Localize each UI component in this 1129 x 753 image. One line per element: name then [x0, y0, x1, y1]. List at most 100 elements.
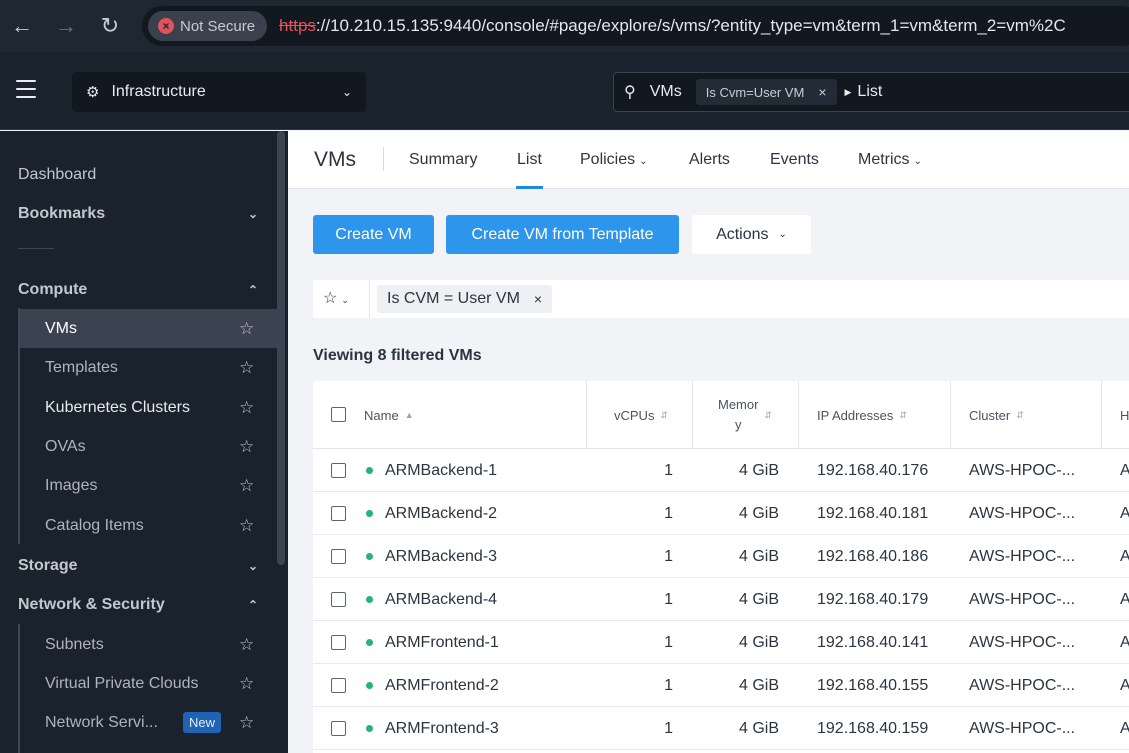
table-row[interactable]: ARMBackend-2 1 4 GiB 192.168.40.181 AWS-…: [313, 492, 1129, 535]
column-separator: [950, 381, 951, 449]
vm-name-link[interactable]: ARMFrontend-3: [385, 707, 499, 750]
sidebar-item-dashboard[interactable]: Dashboard: [18, 164, 258, 186]
close-icon[interactable]: ×: [818, 84, 826, 100]
sidebar-item-label: Images: [45, 476, 98, 494]
sidebar-item-network-services[interactable]: Network Servi... New ☆: [20, 703, 277, 742]
column-header-memory[interactable]: Memor y ⇵: [718, 381, 772, 449]
tab-label: Alerts: [689, 151, 730, 168]
column-header-host[interactable]: H: [1120, 381, 1129, 449]
table-row[interactable]: ARMBackend-3 1 4 GiB 192.168.40.186 AWS-…: [313, 535, 1129, 578]
select-all-checkbox[interactable]: [331, 407, 346, 422]
back-arrow-icon[interactable]: ←: [0, 0, 44, 52]
table-row[interactable]: ARMFrontend-1 1 4 GiB 192.168.40.141 AWS…: [313, 621, 1129, 664]
column-separator: [692, 381, 693, 449]
actions-dropdown-button[interactable]: Actions ⌄: [692, 215, 811, 254]
sidebar-section-network-security[interactable]: Network & Security ⌃: [18, 594, 258, 616]
vm-name-link[interactable]: ARMBackend-4: [385, 578, 497, 621]
url-protocol: https: [279, 16, 316, 35]
vm-name-link[interactable]: ARMBackend-1: [385, 449, 497, 492]
table-row[interactable]: ARMFrontend-2 1 4 GiB 192.168.40.155 AWS…: [313, 664, 1129, 707]
tab-alerts[interactable]: Alerts: [689, 151, 730, 169]
status-on-icon: [366, 596, 373, 603]
sidebar-item-subnets[interactable]: Subnets ☆: [20, 625, 277, 664]
sidebar-section-storage[interactable]: Storage ⌄: [18, 555, 258, 577]
tab-events[interactable]: Events: [770, 151, 819, 169]
forward-arrow-icon[interactable]: →: [44, 0, 88, 52]
sidebar-item-virtual-private-clouds[interactable]: Virtual Private Clouds ☆: [20, 664, 277, 703]
vm-name-link[interactable]: ARMBackend-2: [385, 492, 497, 535]
cluster-cell[interactable]: AWS-HPOC-...: [969, 621, 1075, 664]
sidebar-item-label: Catalog Items: [45, 516, 144, 534]
sidebar-item-kubernetes-clusters[interactable]: Kubernetes Clusters ☆: [20, 388, 277, 427]
vcpus-cell: 1: [664, 504, 673, 522]
cluster-cell[interactable]: AWS-HPOC-...: [969, 578, 1075, 621]
column-header-name[interactable]: Name ▲: [364, 381, 414, 449]
search-input[interactable]: ⚲ VMs Is Cvm=User VM × ▶ List: [613, 72, 1129, 112]
sidebar-section-label: Compute: [18, 281, 88, 298]
reload-icon[interactable]: ↻: [88, 0, 132, 52]
tab-metrics[interactable]: Metrics ⌄: [858, 151, 922, 169]
cluster-cell[interactable]: AWS-HPOC-...: [969, 707, 1075, 750]
column-header-vcpus[interactable]: vCPUs ⇵: [614, 381, 668, 449]
vm-name-link[interactable]: ARMFrontend-1: [385, 621, 499, 664]
sidebar-item-templates[interactable]: Templates ☆: [20, 348, 277, 387]
security-indicator[interactable]: × Not Secure: [148, 11, 268, 41]
chevron-down-icon: ⌄: [913, 156, 922, 167]
row-checkbox[interactable]: [331, 549, 346, 564]
star-icon[interactable]: ☆: [239, 635, 254, 655]
table-row[interactable]: ARMFrontend-3 1 4 GiB 192.168.40.159 AWS…: [313, 707, 1129, 750]
address-bar[interactable]: × Not Secure https://10.210.15.135:9440/…: [142, 6, 1129, 46]
star-icon[interactable]: ☆: [239, 437, 254, 457]
app-header: ⚙ Infrastructure ⌄ ⚲ VMs Is Cvm=User VM …: [0, 52, 1129, 130]
search-filter-chip[interactable]: Is Cvm=User VM ×: [695, 79, 837, 105]
app-selector-dropdown[interactable]: ⚙ Infrastructure ⌄: [72, 72, 366, 112]
status-on-icon: [366, 553, 373, 560]
filter-bar[interactable]: ☆ ⌄ Is CVM = User VM ×: [313, 280, 1129, 318]
row-checkbox[interactable]: [331, 635, 346, 650]
create-vm-button[interactable]: Create VM: [313, 215, 434, 254]
cluster-cell[interactable]: AWS-HPOC-...: [969, 664, 1075, 707]
cluster-cell[interactable]: AWS-HPOC-...: [969, 492, 1075, 535]
column-header-ip-addresses[interactable]: IP Addresses ⇵: [817, 381, 907, 449]
row-checkbox[interactable]: [331, 678, 346, 693]
row-checkbox[interactable]: [331, 506, 346, 521]
vm-name-link[interactable]: ARMFrontend-2: [385, 664, 499, 707]
star-icon[interactable]: ☆: [239, 476, 254, 496]
star-icon[interactable]: ☆: [239, 516, 254, 536]
create-vm-from-template-button[interactable]: Create VM from Template: [446, 215, 679, 254]
row-checkbox[interactable]: [331, 463, 346, 478]
star-icon[interactable]: ☆: [239, 358, 254, 378]
table-row[interactable]: ARMBackend-1 1 4 GiB 192.168.40.176 AWS-…: [313, 449, 1129, 492]
sidebar-item-ovas[interactable]: OVAs ☆: [20, 427, 277, 466]
tab-list[interactable]: List: [517, 151, 542, 169]
tab-policies[interactable]: Policies ⌄: [580, 151, 648, 169]
column-label: Cluster: [969, 407, 1011, 423]
sidebar-item-catalog-items[interactable]: Catalog Items ☆: [20, 506, 277, 545]
sidebar-section-compute[interactable]: Compute ⌃: [18, 279, 258, 301]
star-icon[interactable]: ☆: [239, 398, 254, 418]
vm-name-link[interactable]: ARMBackend-3: [385, 535, 497, 578]
close-icon[interactable]: ×: [534, 291, 542, 307]
star-icon[interactable]: ☆: [239, 674, 254, 694]
column-header-cluster[interactable]: Cluster ⇵: [969, 381, 1024, 449]
sidebar-section-bookmarks[interactable]: Bookmarks ⌄: [18, 203, 258, 225]
cluster-cell[interactable]: AWS-HPOC-...: [969, 449, 1075, 492]
star-icon[interactable]: ☆: [239, 713, 254, 733]
table-row[interactable]: ARMBackend-4 1 4 GiB 192.168.40.179 AWS-…: [313, 578, 1129, 621]
column-label: Memor y: [718, 395, 758, 435]
filter-chip[interactable]: Is CVM = User VM ×: [377, 285, 553, 313]
vcpus-cell: 1: [664, 633, 673, 651]
row-checkbox[interactable]: [331, 592, 346, 607]
cluster-cell[interactable]: AWS-HPOC-...: [969, 535, 1075, 578]
star-icon[interactable]: ☆: [239, 319, 254, 339]
sidebar-item-images[interactable]: Images ☆: [20, 466, 277, 505]
tab-label: Summary: [409, 151, 478, 168]
sidebar-scrollbar[interactable]: [277, 131, 285, 565]
memory-cell: 4 GiB: [738, 461, 779, 479]
row-checkbox[interactable]: [331, 721, 346, 736]
tab-summary[interactable]: Summary: [409, 151, 477, 169]
saved-filters-button[interactable]: ☆ ⌄: [323, 288, 349, 308]
sidebar-item-vms[interactable]: VMs ☆: [20, 309, 277, 348]
hamburger-menu-icon[interactable]: [16, 80, 36, 98]
sidebar-section-label: Network & Security: [18, 596, 165, 613]
